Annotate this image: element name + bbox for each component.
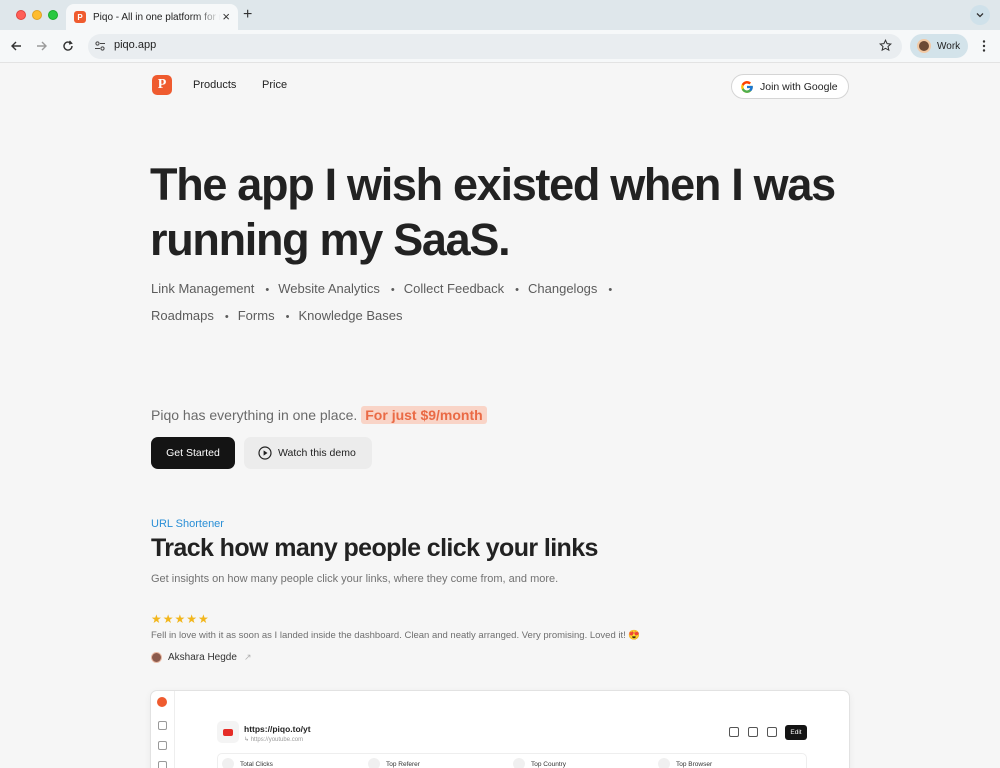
browser-tab[interactable]: P Piqo - All in one platform for makers …: [66, 4, 238, 30]
arrow-left-icon: [11, 41, 21, 51]
page-content: P Products Price Join with Google The ap…: [0, 63, 1000, 768]
bookmark-star-icon[interactable]: [879, 38, 892, 57]
browser-tab-bar: P Piqo - All in one platform for makers …: [0, 0, 1000, 30]
avatar: [151, 652, 162, 663]
tab-favicon-icon: P: [74, 11, 86, 23]
chrome-icon: [658, 758, 670, 768]
bullet-separator: •: [224, 311, 229, 323]
pricing-tagline: Piqo has everything in one place. For ju…: [151, 406, 487, 424]
hero-title: The app I wish existed when I was runnin…: [150, 159, 836, 265]
bullet-separator: •: [265, 284, 270, 296]
tab-close-icon[interactable]: ×: [222, 8, 230, 25]
stat-top-referer: Top Referer: [368, 758, 420, 768]
feature-forms: Forms: [237, 308, 275, 323]
home-icon: [158, 721, 167, 730]
join-with-google-button[interactable]: Join with Google: [731, 74, 849, 99]
stat-label: Top Browser: [676, 760, 713, 768]
stat-top-country: Top Country: [513, 758, 566, 768]
address-bar[interactable]: piqo.app: [88, 34, 902, 59]
back-button[interactable]: [8, 38, 24, 54]
reload-icon: [63, 40, 73, 51]
url-text[interactable]: piqo.app: [114, 39, 156, 51]
rating-stars: ★★★★★: [151, 612, 210, 626]
google-icon: [741, 80, 753, 93]
watch-demo-label: Watch this demo: [278, 447, 356, 459]
bullet-separator: •: [608, 284, 613, 296]
edit-button: Edit: [785, 725, 807, 740]
testimonial-author[interactable]: Akshara Hegde ↗: [151, 652, 251, 663]
stat-label: Total Clicks: [240, 760, 273, 768]
flag-icon: [513, 758, 525, 768]
store-icon: [158, 761, 167, 768]
stat-total-clicks: Total Clicks: [222, 758, 273, 768]
avatar: [917, 39, 931, 53]
stat-top-browser: Top Browser: [658, 758, 712, 768]
dashboard-logo-icon: [157, 697, 167, 707]
chevron-down-icon: [976, 13, 984, 18]
cursor-icon: [222, 758, 234, 768]
profile-button[interactable]: Work: [910, 34, 968, 58]
tagline-text: Piqo has everything in one place.: [151, 407, 358, 423]
stats-row: Total Clicks Top Referer Top Country Top…: [217, 753, 807, 768]
copy-icon: [158, 741, 167, 750]
author-name: Akshara Hegde: [168, 652, 237, 663]
section-subtitle: Get insights on how many people click yo…: [151, 573, 559, 585]
feature-roadmaps: Roadmaps: [151, 308, 214, 323]
bullet-separator: •: [515, 284, 520, 296]
tab-search-button[interactable]: [970, 5, 990, 25]
open-external-icon: [748, 727, 758, 737]
destination-url-text: https://youtube.com: [250, 737, 304, 743]
browser-menu-button[interactable]: [977, 39, 991, 53]
stat-label: Top Referer: [386, 760, 420, 768]
piqo-logo[interactable]: P: [152, 75, 172, 95]
profile-name: Work: [937, 40, 961, 52]
browser-toolbar: piqo.app Work: [0, 30, 1000, 63]
destination-url: ↳ https://youtube.com: [244, 737, 304, 743]
arrow-right-icon: [37, 41, 47, 51]
maximize-window-button[interactable]: [48, 10, 58, 20]
more-vertical-icon: [982, 40, 986, 52]
play-circle-icon: [258, 446, 272, 460]
nav-link-products[interactable]: Products: [193, 79, 236, 91]
globe-icon: [368, 758, 380, 768]
close-window-button[interactable]: [16, 10, 26, 20]
testimonial-text: Fell in love with it as soon as I landed…: [151, 630, 641, 641]
dashboard-sidebar: [151, 691, 175, 768]
new-tab-button[interactable]: +: [243, 5, 252, 25]
youtube-icon: [217, 721, 239, 743]
feature-changelogs: Changelogs: [528, 281, 598, 296]
get-started-button[interactable]: Get Started: [151, 437, 235, 469]
feature-website-analytics: Website Analytics: [278, 281, 380, 296]
watch-demo-button[interactable]: Watch this demo: [244, 437, 372, 469]
dashboard-preview: https://piqo.to/yt ↳ https://youtube.com…: [150, 690, 850, 768]
google-button-label: Join with Google: [760, 80, 838, 93]
site-settings-icon[interactable]: [94, 39, 106, 57]
feature-link-management: Link Management: [151, 281, 255, 296]
forward-button[interactable]: [34, 38, 50, 54]
price-highlight: For just $9/month: [361, 406, 487, 424]
short-url: https://piqo.to/yt: [244, 724, 311, 734]
copy-icon: [729, 727, 739, 737]
stat-label: Top Country: [531, 760, 567, 768]
feature-list: Link Management • Website Analytics • Collec…: [151, 276, 651, 330]
nav-link-price[interactable]: Price: [262, 79, 287, 91]
bullet-separator: •: [390, 284, 395, 296]
section-kicker: URL Shortener: [151, 518, 224, 530]
feature-knowledge-bases: Knowledge Bases: [298, 308, 403, 323]
bullet-separator: •: [285, 311, 290, 323]
minimize-window-button[interactable]: [32, 10, 42, 20]
section-title: Track how many people click your links: [151, 534, 598, 562]
feature-collect-feedback: Collect Feedback: [403, 281, 505, 296]
reload-button[interactable]: [60, 38, 76, 54]
qr-code-icon: [767, 727, 777, 737]
external-link-icon[interactable]: ↗: [244, 652, 252, 663]
tab-title: Piqo - All in one platform for makers: [93, 11, 221, 23]
